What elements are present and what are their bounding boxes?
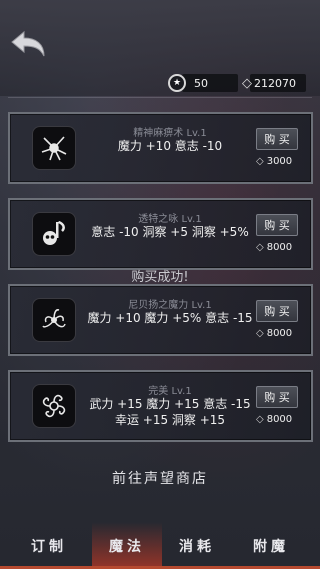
swirl-icon [32, 384, 76, 428]
header-divider [8, 97, 312, 98]
gem-value: 212070 [250, 74, 306, 92]
item-stats-line: 武力 +15 魔力 +15 意志 -15 [89, 397, 251, 411]
item-price: ◇ 8000 [256, 242, 306, 253]
buy-button[interactable]: 购 买 [256, 214, 298, 236]
shatter-icon [32, 126, 76, 170]
shop-item-card: 尼贝扬之魔力 Lv.1 魔力 +10 魔力 +5% 意志 -15 购 买 ◇ 8… [8, 284, 313, 356]
bottom-tab-bar: 订制 魔法 消耗 附魔 [0, 522, 320, 569]
skull-note-icon [32, 212, 76, 256]
item-price: ◇ 3000 [256, 156, 306, 167]
diamond-icon: ◇ [242, 75, 252, 91]
diamond-icon: ◇ [256, 414, 264, 425]
buy-button[interactable]: 购 买 [256, 386, 298, 408]
tab-enchant[interactable]: 附魔 [236, 522, 306, 569]
shop-item-card: 透特之咏 Lv.1 意志 -10 洞察 +5 洞察 +5% 购 买 ◇ 8000 [8, 198, 313, 270]
purchase-success-toast: 购买成功! [131, 270, 189, 285]
shop-item-card: 精神麻痹术 Lv.1 魔力 +10 意志 -10 购 买 ◇ 3000 [8, 112, 313, 184]
item-stats: 意志 -10 洞察 +5 洞察 +5% [91, 225, 249, 239]
buy-button[interactable]: 购 买 [256, 128, 298, 150]
reputation-medal-icon: ★ [168, 74, 186, 92]
price-value: 8000 [266, 242, 293, 253]
item-stats: 武力 +15 魔力 +15 意志 -15 幸运 +15 洞察 +15 [80, 396, 260, 428]
reputation-value: 50 [182, 74, 238, 92]
buy-button[interactable]: 购 买 [256, 300, 298, 322]
item-name: 完美 Lv.1 [148, 386, 192, 397]
diamond-icon: ◇ [256, 328, 264, 339]
back-arrow-icon[interactable] [8, 30, 48, 60]
item-name: 尼贝扬之魔力 Lv.1 [128, 300, 212, 311]
item-name: 透特之咏 Lv.1 [138, 214, 202, 225]
tentacle-icon [32, 298, 76, 342]
tab-magic[interactable]: 魔法 [92, 522, 162, 569]
item-price: ◇ 8000 [256, 328, 306, 339]
item-name: 精神麻痹术 Lv.1 [133, 128, 207, 139]
price-value: 8000 [266, 414, 293, 425]
reputation-shop-link[interactable]: 前往声望商店 [0, 468, 320, 488]
item-price: ◇ 8000 [256, 414, 306, 425]
price-value: 3000 [266, 156, 293, 167]
item-stats: 魔力 +10 意志 -10 [117, 139, 223, 153]
item-stats: 魔力 +10 魔力 +5% 意志 -15 [87, 311, 253, 325]
diamond-icon: ◇ [256, 156, 264, 167]
item-stats-line: 幸运 +15 洞察 +15 [114, 413, 226, 427]
diamond-icon: ◇ [256, 242, 264, 253]
tab-consumables[interactable]: 消耗 [162, 522, 232, 569]
reputation-counter: ★ 50 [168, 72, 238, 94]
shop-item-card: 完美 Lv.1 武力 +15 魔力 +15 意志 -15 幸运 +15 洞察 +… [8, 370, 313, 442]
tab-custom[interactable]: 订制 [14, 522, 84, 569]
gem-counter: ◇ 212070 [242, 72, 306, 94]
price-value: 8000 [266, 328, 293, 339]
